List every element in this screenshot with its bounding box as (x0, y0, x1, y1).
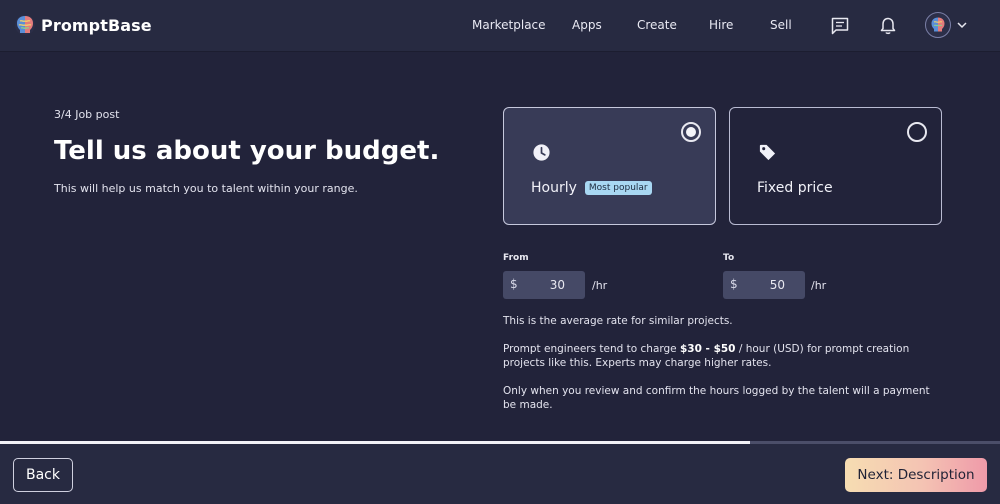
nav-link-marketplace[interactable]: Marketplace (472, 18, 546, 32)
hourly-radio[interactable] (681, 122, 701, 142)
avatar-icon (931, 17, 945, 32)
charge-prefix: Prompt engineers tend to charge (503, 343, 680, 355)
fixed-price-radio[interactable] (907, 122, 927, 142)
to-rate-field[interactable]: $ (723, 271, 805, 299)
from-rate-field[interactable]: $ (503, 271, 585, 299)
brain-logo-icon (15, 15, 35, 35)
back-button[interactable]: Back (13, 458, 73, 492)
footer-bar: Back Next: Description (0, 444, 1000, 504)
fixed-price-label-wrap: Fixed price (757, 180, 833, 196)
payment-text: Only when you review and confirm the hou… (503, 385, 930, 411)
from-currency: $ (510, 277, 518, 291)
step-indicator: 3/4 Job post (54, 108, 120, 121)
most-popular-badge: Most popular (584, 181, 652, 195)
account-menu[interactable] (925, 12, 968, 38)
nav-link-apps[interactable]: Apps (572, 18, 602, 32)
chevron-down-icon[interactable] (956, 19, 968, 31)
to-rate-input[interactable] (741, 275, 785, 295)
brand[interactable]: PromptBase (14, 14, 152, 36)
avatar[interactable] (925, 12, 951, 38)
nav-link-hire[interactable]: Hire (709, 18, 733, 32)
bell-icon[interactable] (878, 16, 898, 36)
tag-icon (759, 144, 776, 161)
option-hourly-card[interactable]: Hourly Most popular (503, 107, 716, 225)
to-unit: /hr (811, 279, 827, 292)
next-button[interactable]: Next: Description (845, 458, 987, 492)
charge-text: Prompt engineers tend to charge $30 - $5… (503, 342, 943, 370)
hourly-label: Hourly (531, 180, 577, 196)
to-currency: $ (730, 277, 738, 291)
nav-link-sell[interactable]: Sell (770, 18, 792, 32)
page-subtitle: This will help us match you to talent wi… (54, 182, 358, 195)
from-unit: /hr (592, 279, 608, 292)
page-title: Tell us about your budget. (54, 136, 440, 166)
from-rate-input[interactable] (521, 275, 565, 295)
brand-name: PromptBase (41, 15, 152, 35)
average-rate-text: This is the average rate for similar pro… (503, 315, 733, 327)
top-nav: PromptBase Marketplace Apps Create Hire … (0, 0, 1000, 52)
option-fixed-price-card[interactable]: Fixed price (729, 107, 942, 225)
hourly-label-wrap: Hourly Most popular (531, 180, 652, 196)
fixed-price-label: Fixed price (757, 180, 833, 196)
charge-range: $30 - $50 (679, 343, 736, 355)
from-label: From (503, 253, 529, 263)
nav-link-create[interactable]: Create (637, 18, 677, 32)
to-label: To (723, 253, 735, 263)
clock-icon (533, 144, 550, 161)
message-icon[interactable] (830, 16, 850, 36)
